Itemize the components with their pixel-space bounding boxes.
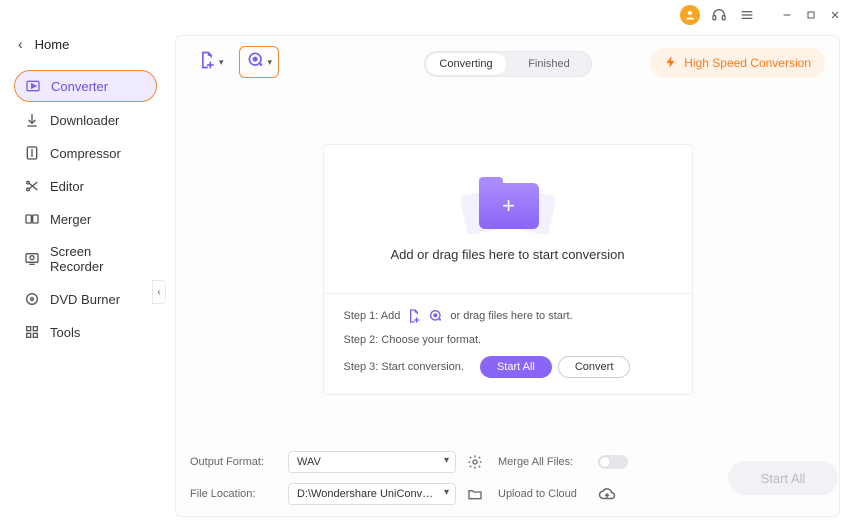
sidebar-item-label: Downloader [50,113,119,128]
start-all-button-small[interactable]: Start All [480,356,552,378]
sidebar-item-converter[interactable]: Converter [14,70,157,102]
sidebar-item-label: Tools [50,325,80,340]
high-speed-label: High Speed Conversion [684,56,811,70]
disc-add-icon[interactable] [428,308,444,324]
settings-gear-icon[interactable] [466,453,484,471]
tab-converting[interactable]: Converting [425,52,508,76]
folder-add-icon: + [469,177,547,233]
lightning-icon [664,55,678,72]
sidebar-item-dvd-burner[interactable]: DVD Burner [14,284,157,314]
screen-recorder-icon [24,251,40,267]
chevron-down-icon: ▾ [219,57,224,68]
step-2-text: Step 2: Choose your format. [344,334,672,346]
sidebar-item-label: Merger [50,212,91,227]
file-location-select[interactable]: D:\Wondershare UniConverter 1 [288,483,456,505]
status-segmented-control: Converting Finished [424,51,592,77]
sidebar-item-screen-recorder[interactable]: Screen Recorder [14,237,157,281]
download-icon [24,112,40,128]
headset-icon[interactable] [710,6,728,24]
file-location-label: File Location: [190,488,278,500]
sidebar-collapse-handle[interactable]: ‹ [152,280,166,304]
sidebar-item-merger[interactable]: Merger [14,204,157,234]
file-add-icon[interactable] [406,308,422,324]
home-nav-button[interactable]: ‹ Home [8,30,163,58]
start-all-button[interactable]: Start All [728,461,838,495]
tab-finished[interactable]: Finished [508,52,591,76]
sidebar-item-tools[interactable]: Tools [14,317,157,347]
disc-icon [24,291,40,307]
convert-button[interactable]: Convert [558,356,631,378]
sidebar-item-label: Editor [50,179,84,194]
add-dvd-button[interactable]: ▾ [239,46,280,78]
output-format-label: Output Format: [190,456,278,468]
sidebar-item-editor[interactable]: Editor [14,171,157,201]
file-add-icon [197,50,217,75]
merge-label: Merge All Files: [498,456,588,468]
drop-title: Add or drag files here to start conversi… [390,247,624,262]
merge-icon [24,211,40,227]
cloud-upload-icon[interactable] [598,485,616,503]
sidebar-item-compressor[interactable]: Compressor [14,138,157,168]
disc-add-icon [246,50,266,75]
hamburger-menu-icon[interactable] [738,6,756,24]
step-1-suffix: or drag files here to start. [450,310,572,322]
output-format-select[interactable]: WAV [288,451,456,473]
high-speed-conversion-button[interactable]: High Speed Conversion [650,48,825,78]
step-1-row: Step 1: Add or drag files here to start. [344,308,672,324]
window-maximize-button[interactable] [804,8,818,22]
step-1-prefix: Step 1: Add [344,310,401,322]
chevron-down-icon: ▾ [268,57,273,68]
open-folder-icon[interactable] [466,485,484,503]
tools-icon [24,324,40,340]
window-minimize-button[interactable] [780,8,794,22]
user-avatar-icon[interactable] [680,5,700,25]
window-close-button[interactable] [828,8,842,22]
sidebar-item-label: Screen Recorder [50,244,147,274]
drop-area[interactable]: + Add or drag files here to start conver… [323,144,693,395]
sidebar-item-label: DVD Burner [50,292,120,307]
sidebar-item-downloader[interactable]: Downloader [14,105,157,135]
home-label: Home [35,37,70,52]
converter-icon [25,78,41,94]
sidebar-item-label: Converter [51,79,108,94]
sidebar-item-label: Compressor [50,146,121,161]
upload-label: Upload to Cloud [498,488,588,500]
step-3-row: Step 3: Start conversion. Start All Conv… [344,356,672,378]
step-3-text: Step 3: Start conversion. [344,361,464,373]
scissors-icon [24,178,40,194]
chevron-left-icon: ‹ [18,36,23,52]
compress-icon [24,145,40,161]
merge-all-toggle[interactable] [598,455,628,469]
add-file-button[interactable]: ▾ [190,46,231,78]
